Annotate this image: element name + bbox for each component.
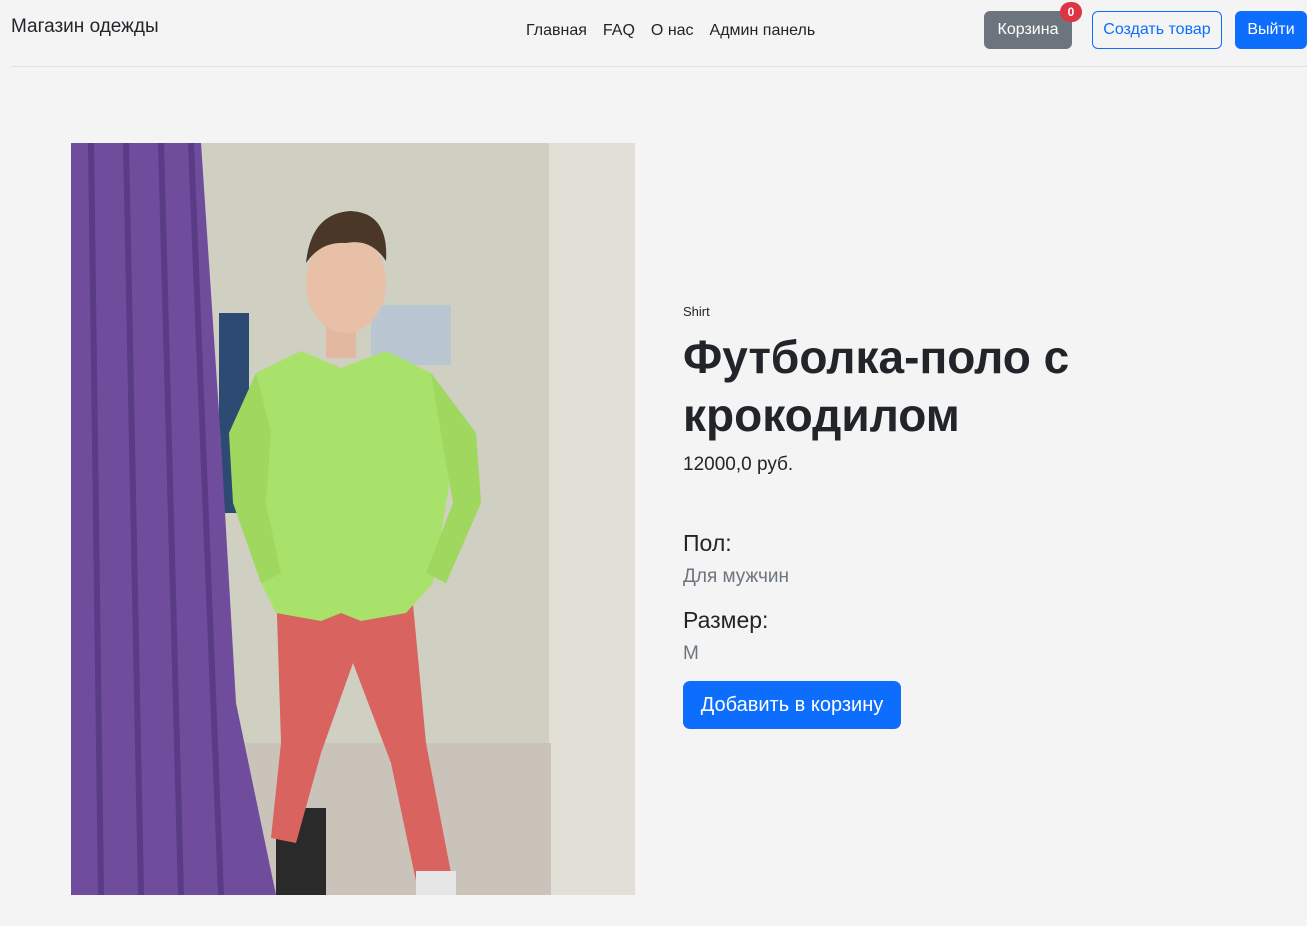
gender-label: Пол: [683, 530, 732, 556]
nav-link-home[interactable]: Главная [518, 20, 595, 42]
size-value: M [683, 643, 699, 664]
create-product-button[interactable]: Создать товар [1092, 11, 1222, 49]
product-category: Shirt [683, 304, 710, 319]
logout-label: Выйти [1247, 21, 1295, 38]
cart-button-label: Корзина [997, 21, 1059, 38]
add-to-cart-button[interactable]: Добавить в корзину [683, 681, 901, 729]
create-product-label: Создать товар [1103, 21, 1211, 38]
cart-count-badge: 0 [1060, 2, 1082, 22]
navbar: Магазин одежды Главная FAQ О нас Админ п… [11, 0, 1307, 67]
brand-logo[interactable]: Магазин одежды [11, 16, 159, 38]
nav-links: Главная FAQ О нас Админ панель [518, 20, 823, 42]
nav-link-faq[interactable]: FAQ [595, 20, 643, 42]
product-image [71, 143, 635, 895]
product-price: 12000,0 руб. [683, 454, 794, 475]
nav-link-about[interactable]: О нас [643, 20, 702, 42]
add-to-cart-label: Добавить в корзину [700, 693, 884, 716]
size-label: Размер: [683, 607, 769, 633]
nav-link-admin[interactable]: Админ панель [702, 20, 824, 42]
product-title: Футболка-поло с крокодилом [683, 331, 1070, 441]
cart-button[interactable]: Корзина [984, 11, 1072, 49]
logout-button[interactable]: Выйти [1235, 11, 1307, 49]
gender-value: Для мужчин [683, 566, 790, 587]
